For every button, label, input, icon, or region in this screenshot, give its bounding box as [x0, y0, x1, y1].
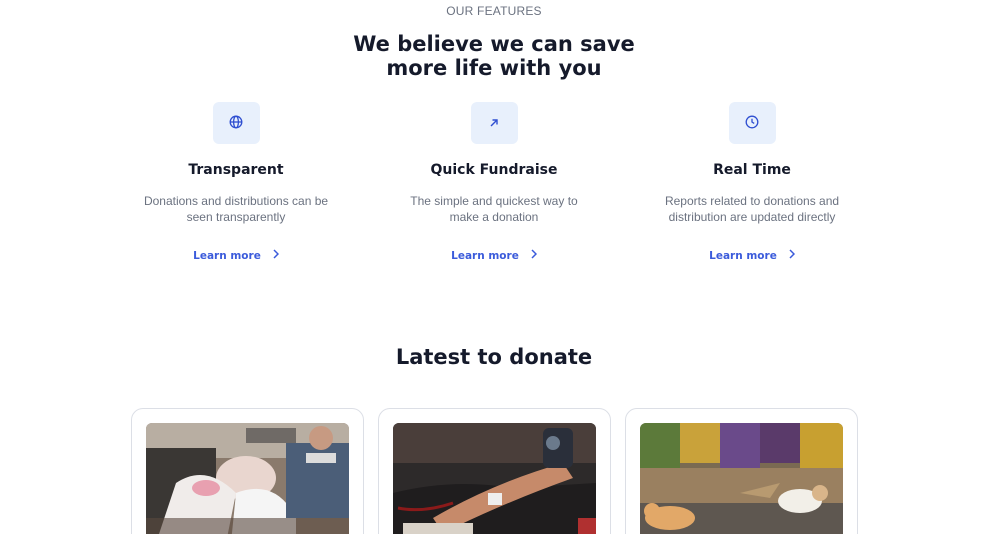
feature-description-line-1: Donations and distributions can be: [143, 194, 329, 208]
learn-more-label: Learn more: [451, 249, 519, 262]
donation-card[interactable]: [131, 408, 364, 534]
clock-icon: [745, 114, 759, 133]
feature-title: Real Time: [713, 162, 791, 178]
feature-description: Reports related to donations and distrib…: [622, 193, 882, 225]
donation-card[interactable]: [378, 408, 611, 534]
feature-description: The simple and quickest way to make a do…: [364, 193, 624, 225]
feature-quick-fundraise: Quick Fundraise The simple and quickest …: [364, 102, 624, 263]
feature-icon-box: [212, 102, 260, 144]
learn-more-link[interactable]: Learn more: [709, 249, 795, 262]
globe-icon: [229, 114, 243, 133]
donation-card[interactable]: [625, 408, 858, 534]
chevron-right-icon: [531, 249, 537, 262]
chevron-right-icon: [789, 249, 795, 262]
learn-more-link[interactable]: Learn more: [451, 249, 537, 262]
stray-cats-photo: [640, 423, 843, 534]
feature-description: Donations and distributions can be seen …: [106, 193, 366, 225]
feature-title: Transparent: [188, 162, 284, 178]
latest-to-donate-title: Latest to donate: [395, 345, 593, 369]
feature-description-line-1: Reports related to donations and: [664, 194, 840, 208]
learn-more-label: Learn more: [709, 249, 777, 262]
headline-line-2: more life with you: [386, 56, 602, 80]
feature-title: Quick Fundraise: [430, 162, 558, 178]
feature-description-line-2: distribution are updated directly: [668, 210, 836, 224]
learn-more-link[interactable]: Learn more: [193, 249, 279, 262]
section-headline: We believe we can save more life with yo…: [0, 32, 988, 80]
feature-description-line-2: make a donation: [449, 210, 539, 224]
chevron-right-icon: [273, 249, 279, 262]
volunteers-food-bags-photo: [146, 423, 349, 534]
feature-icon-box: [470, 102, 518, 144]
feature-real-time: Real Time Reports related to donations a…: [622, 102, 882, 263]
blood-donation-photo: [393, 423, 596, 534]
feature-description-line-1: The simple and quickest way to: [410, 194, 578, 208]
feature-description-line-2: seen transparently: [186, 210, 286, 224]
headline-line-1: We believe we can save: [353, 32, 635, 56]
feature-transparent: Transparent Donations and distributions …: [106, 102, 366, 263]
feature-icon-box: [728, 102, 776, 144]
arrow-up-right-icon: [488, 114, 500, 133]
section-eyebrow: OUR FEATURES: [446, 4, 542, 18]
learn-more-label: Learn more: [193, 249, 261, 262]
page: OUR FEATURES We believe we can save more…: [0, 0, 1005, 534]
